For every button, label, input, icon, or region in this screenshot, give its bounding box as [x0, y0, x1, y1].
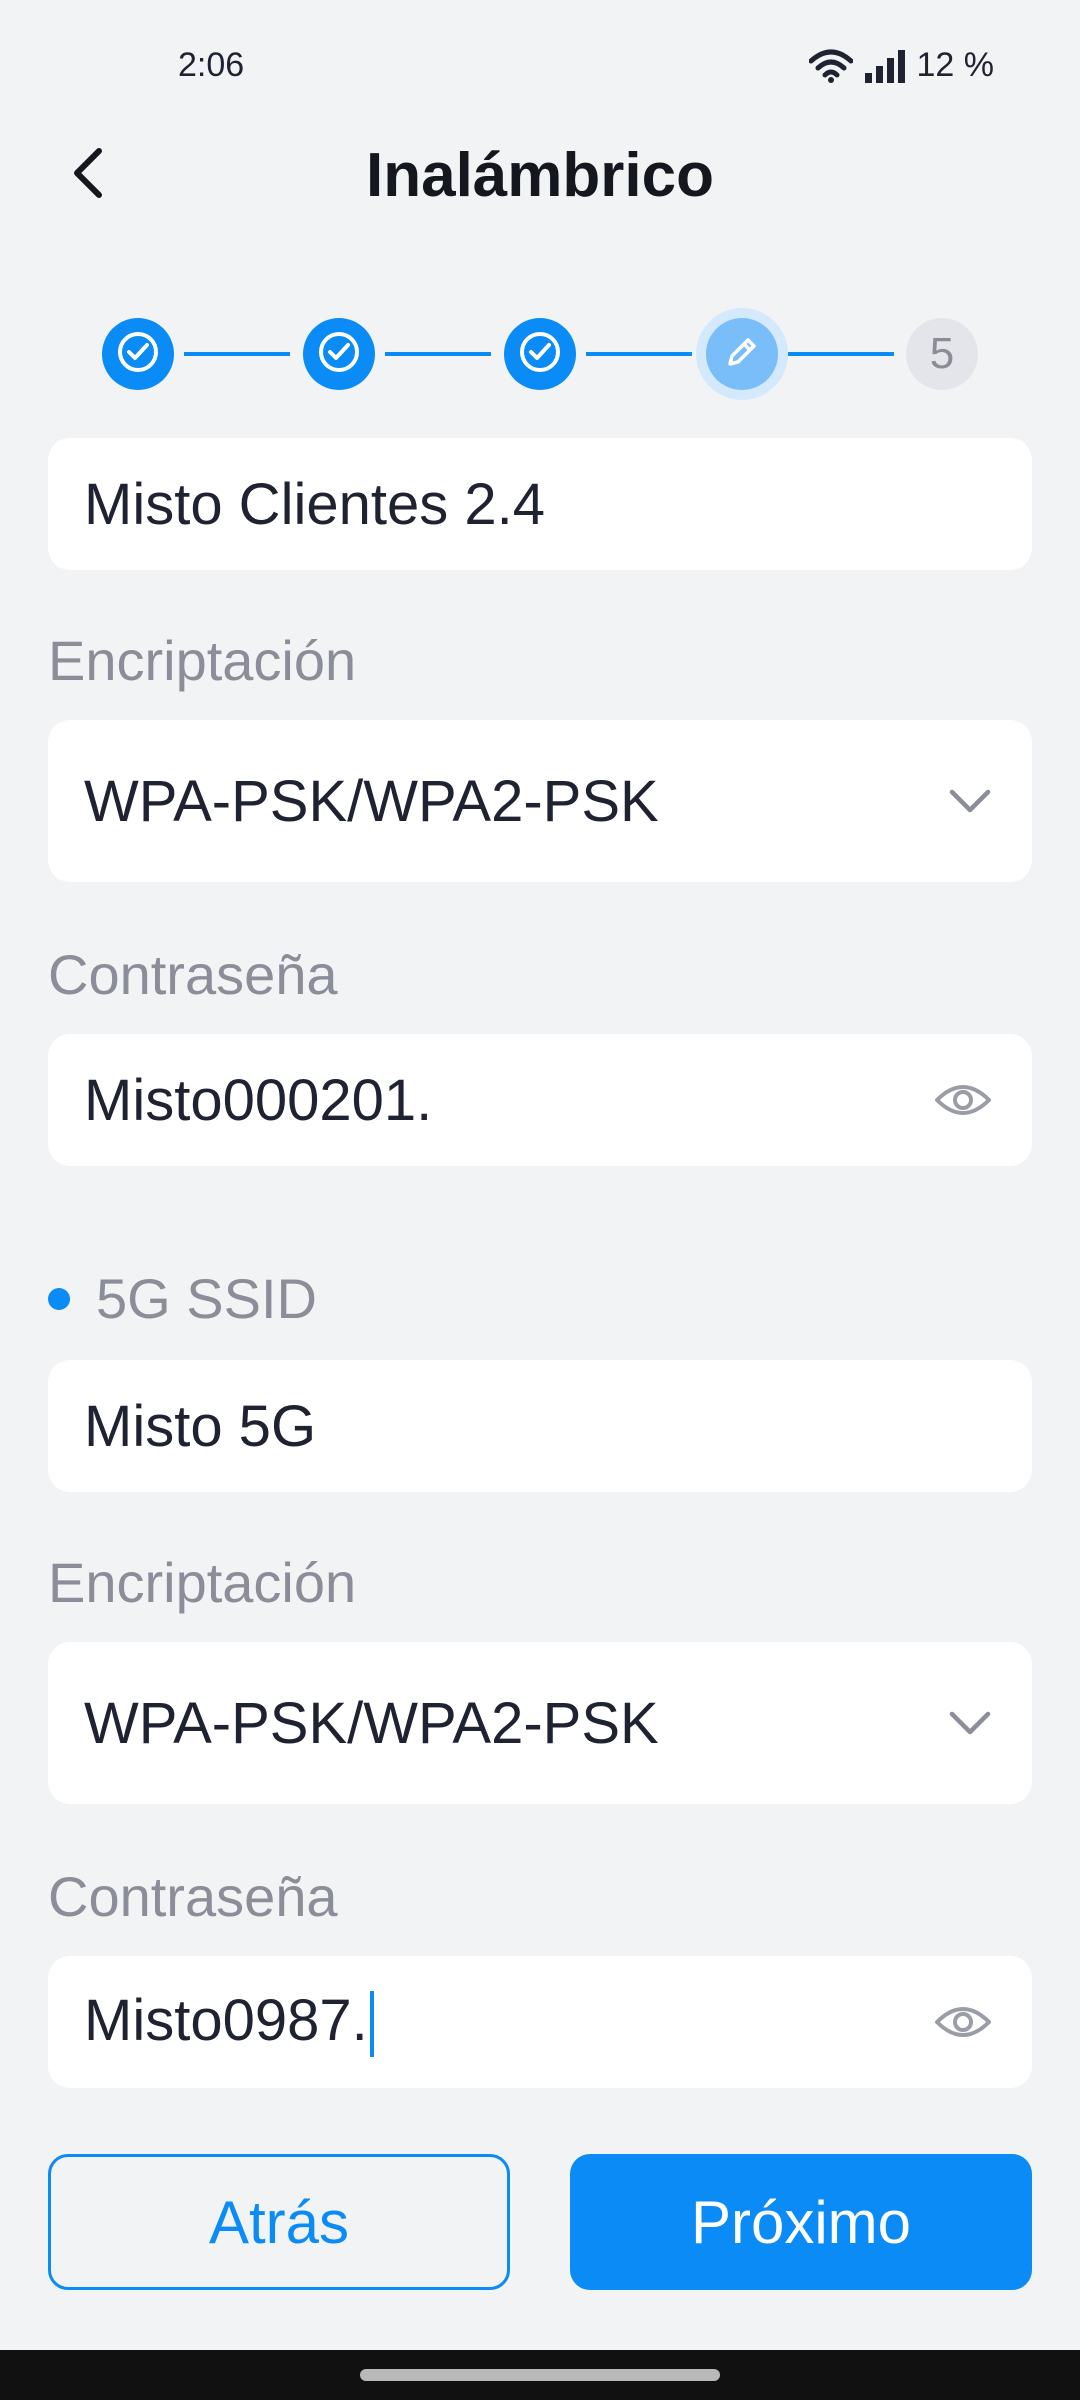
chevron-down-icon	[948, 787, 992, 815]
ssid-24-input[interactable]: Misto Clientes 2.4	[48, 438, 1032, 570]
password-5g-value: Misto0987.	[84, 1987, 368, 2053]
step-connector	[385, 352, 491, 356]
progress-stepper: 5	[100, 318, 980, 392]
encryption-24-value: WPA-PSK/WPA2-PSK	[84, 768, 659, 834]
step-3-complete	[504, 318, 576, 390]
home-indicator[interactable]	[360, 2369, 720, 2381]
check-circle-icon	[116, 330, 160, 379]
step-connector	[184, 352, 290, 356]
pencil-icon	[722, 332, 762, 377]
check-circle-icon	[518, 330, 562, 379]
signal-icon	[863, 49, 907, 83]
encryption-24-select[interactable]: WPA-PSK/WPA2-PSK	[48, 720, 1032, 882]
status-time: 2:06	[178, 46, 245, 84]
check-circle-icon	[317, 330, 361, 379]
step-connector	[788, 352, 894, 356]
eye-icon[interactable]	[934, 1080, 992, 1120]
section-5g-label: 5G SSID	[96, 1267, 317, 1330]
app-header: Inalámbrico	[0, 130, 1080, 230]
status-bar: 2:06 12 %	[0, 0, 1080, 130]
chevron-down-icon	[948, 1709, 992, 1737]
password-24-value: Misto000201.	[84, 1067, 433, 1133]
password-5g-label: Contraseña	[48, 1865, 338, 1928]
step-5-pending: 5	[906, 318, 978, 390]
password-5g-value-wrap: Misto0987.	[84, 1987, 934, 2058]
ssid-5g-value: Misto 5G	[84, 1393, 317, 1459]
status-icons: 12 %	[808, 46, 995, 85]
encryption-5g-select[interactable]: WPA-PSK/WPA2-PSK	[48, 1642, 1032, 1804]
system-nav-bar	[0, 2350, 1080, 2400]
password-5g-input[interactable]: Misto0987.	[48, 1956, 1032, 2088]
password-24-input[interactable]: Misto000201.	[48, 1034, 1032, 1166]
ssid-5g-input[interactable]: Misto 5G	[48, 1360, 1032, 1492]
eye-icon[interactable]	[934, 2002, 992, 2042]
wifi-icon	[808, 49, 853, 83]
password-24-label: Contraseña	[48, 943, 338, 1006]
step-connector	[586, 352, 692, 356]
step-4-current	[706, 318, 778, 390]
encryption-24-label: Encriptación	[48, 629, 357, 692]
section-5g-ssid: 5G SSID	[48, 1266, 317, 1331]
text-cursor	[369, 1991, 374, 2058]
next-button[interactable]: Próximo	[570, 2154, 1032, 2290]
page-title: Inalámbrico	[366, 141, 714, 210]
encryption-5g-value: WPA-PSK/WPA2-PSK	[84, 1690, 659, 1756]
ssid-24-value: Misto Clientes 2.4	[84, 471, 545, 537]
step-2-complete	[303, 318, 375, 390]
battery-text: 12 %	[916, 46, 995, 84]
section-bullet	[48, 1287, 70, 1310]
back-action-button[interactable]: Atrás	[48, 2154, 510, 2290]
encryption-5g-label: Encriptación	[48, 1551, 357, 1614]
step-1-complete	[102, 318, 174, 390]
